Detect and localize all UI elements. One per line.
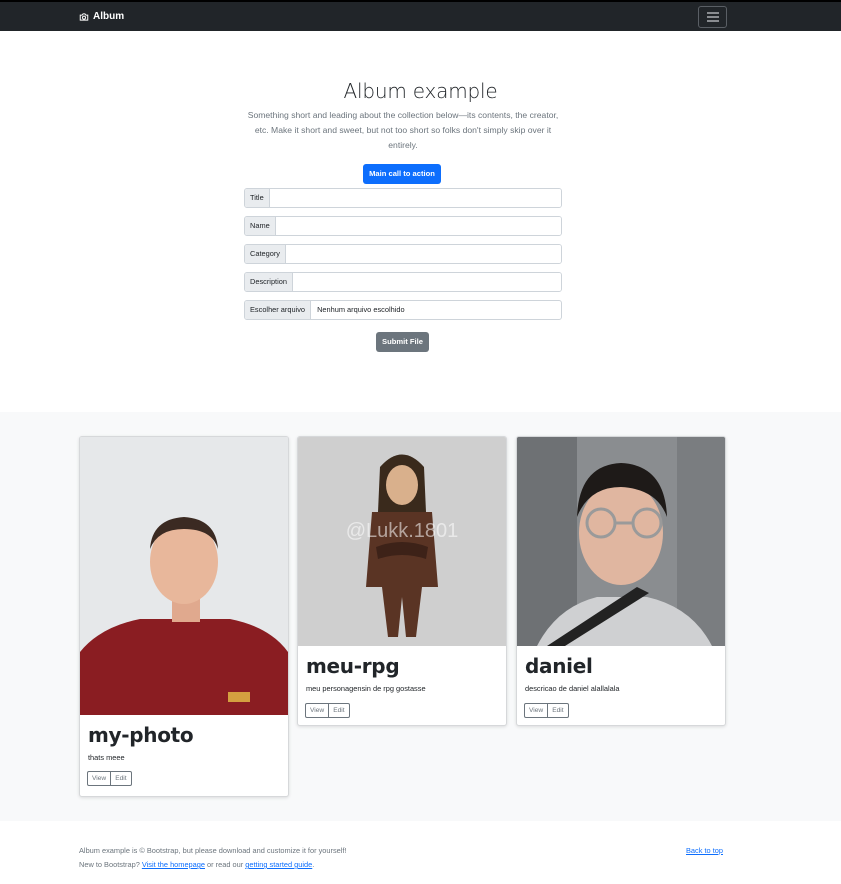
card-meu-rpg: @Lukk.1801 meu-rpg meu personagensin de … <box>297 436 507 726</box>
view-button[interactable]: View <box>87 771 112 786</box>
card-title: daniel <box>525 654 593 678</box>
title-input[interactable] <box>269 189 561 207</box>
footer-prefix: New to Bootstrap? <box>79 860 142 869</box>
file-status: Nenhum arquivo escolhido <box>317 305 405 314</box>
hero-section: Album example Something short and leadin… <box>0 31 841 412</box>
file-input-group: Escolher arquivo Nenhum arquivo escolhid… <box>244 300 562 320</box>
card-title: meu-rpg <box>306 654 400 678</box>
category-label: Category <box>245 245 286 263</box>
edit-button[interactable]: Edit <box>548 703 569 718</box>
category-input[interactable] <box>286 245 561 263</box>
card-title: my-photo <box>88 723 194 747</box>
submit-file-button[interactable]: Submit File <box>376 332 429 352</box>
description-input-group: Description <box>244 272 562 292</box>
card-actions: View Edit <box>524 703 569 718</box>
hamburger-icon <box>706 12 719 22</box>
choose-file-button[interactable]: Escolher arquivo <box>245 301 312 319</box>
homepage-link[interactable]: Visit the homepage <box>142 860 205 869</box>
card-text: thats meee <box>88 753 125 762</box>
view-button[interactable]: View <box>305 703 330 718</box>
title-label: Title <box>245 189 270 207</box>
hero-lead: Something short and leading about the co… <box>247 110 559 150</box>
footer: Album example is © Bootstrap, but please… <box>0 821 841 884</box>
edit-button[interactable]: Edit <box>329 703 350 718</box>
name-input-group: Name <box>244 216 562 236</box>
description-label: Description <box>245 273 293 291</box>
card-daniel: daniel descricao de daniel alallalala Vi… <box>516 436 726 726</box>
card-image-meu-rpg: @Lukk.1801 <box>298 437 506 646</box>
brand-label: Album <box>93 11 125 22</box>
camera-icon <box>79 12 89 21</box>
footer-copyright: Album example is © Bootstrap, but please… <box>79 846 347 855</box>
view-button[interactable]: View <box>524 703 549 718</box>
card-text: meu personagensin de rpg gostasse <box>306 684 426 693</box>
edit-button[interactable]: Edit <box>111 771 132 786</box>
card-my-photo: my-photo thats meee View Edit <box>79 436 289 797</box>
back-to-top-link[interactable]: Back to top <box>686 846 723 855</box>
card-image-daniel <box>517 437 725 646</box>
footer-mid: or read our <box>205 860 246 869</box>
name-input[interactable] <box>275 217 561 235</box>
navbar: Album <box>0 0 841 31</box>
footer-links-line: New to Bootstrap? Visit the homepage or … <box>79 860 314 869</box>
navbar-toggler-button[interactable] <box>698 6 727 28</box>
category-input-group: Category <box>244 244 562 264</box>
album-section: my-photo thats meee View Edit @Lukk.1801… <box>0 412 841 821</box>
description-input[interactable] <box>292 273 561 291</box>
getting-started-link[interactable]: getting started guide <box>245 860 312 869</box>
name-label: Name <box>245 217 276 235</box>
navbar-brand[interactable]: Album <box>79 11 124 22</box>
card-actions: View Edit <box>87 771 132 786</box>
footer-suffix: . <box>312 860 315 869</box>
main-cta-button[interactable]: Main call to action <box>363 164 441 184</box>
title-input-group: Title <box>244 188 562 208</box>
page-title: Album example <box>343 79 498 103</box>
card-image-my-photo <box>80 437 288 715</box>
card-actions: View Edit <box>305 703 350 718</box>
watermark-text: @Lukk.1801 <box>346 520 459 542</box>
card-text: descricao de daniel alallalala <box>525 684 620 693</box>
